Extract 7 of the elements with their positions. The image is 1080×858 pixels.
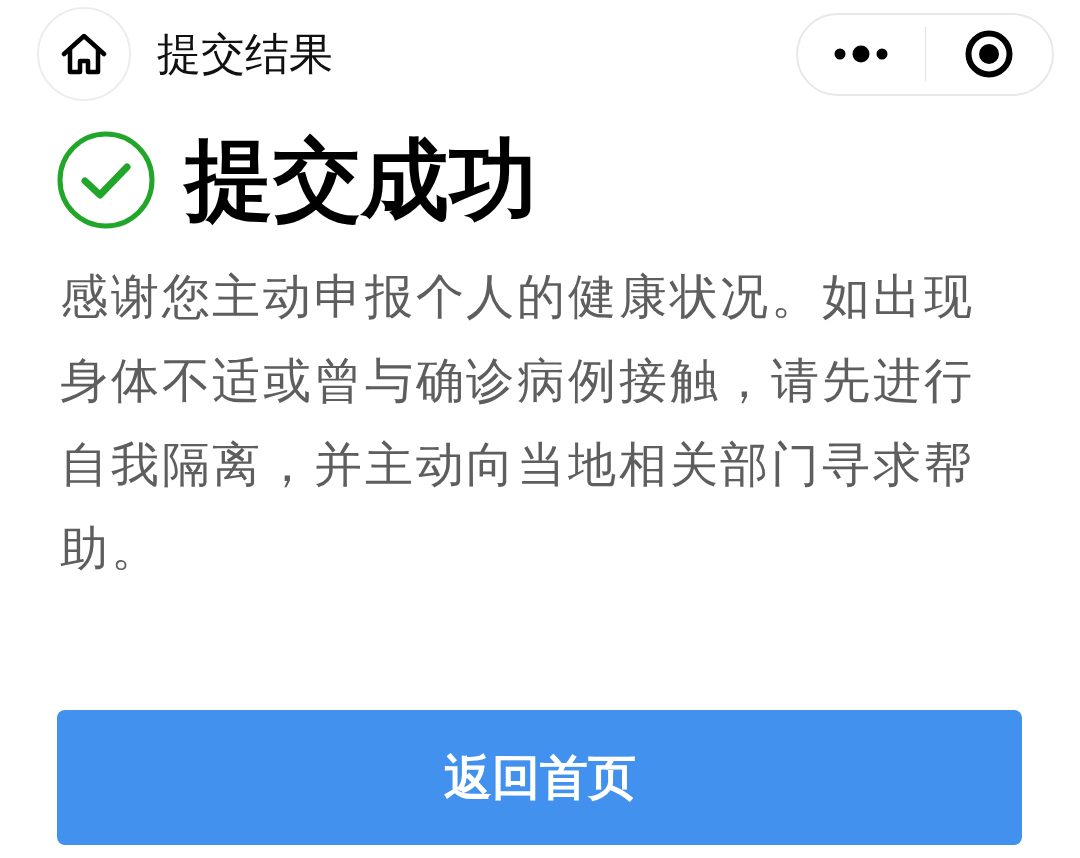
result-message: 感谢您主动申报个人的健康状况。如出现身体不适或曾与确诊病例接触，请先进行自我隔离，并主动向当地相关部门寻求帮助。 — [60, 267, 976, 578]
back-home-button[interactable]: 返回首页 — [57, 710, 1022, 845]
page-title: 提交结果 — [157, 26, 333, 81]
check-circle-icon — [57, 131, 155, 229]
more-icon — [834, 45, 889, 63]
target-icon — [964, 30, 1013, 78]
home-icon — [61, 33, 107, 75]
